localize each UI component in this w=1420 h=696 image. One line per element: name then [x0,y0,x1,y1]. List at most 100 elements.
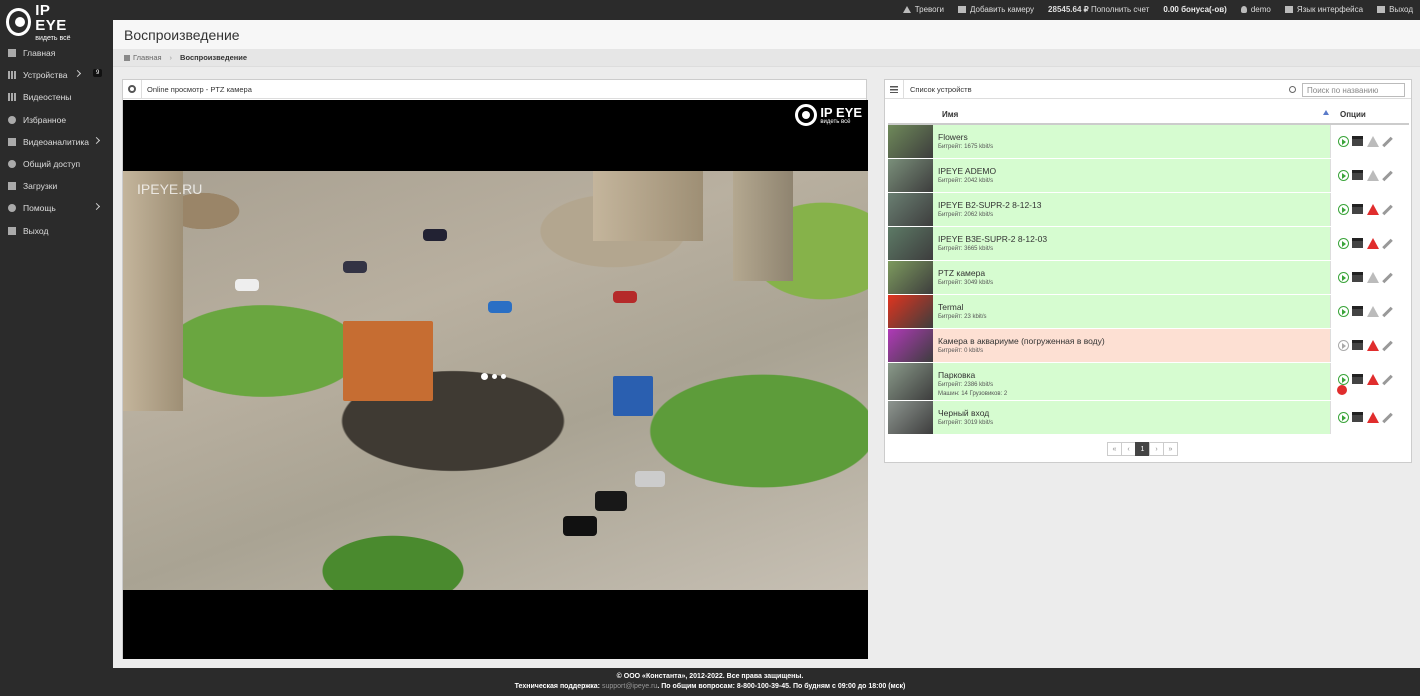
alarm-icon[interactable] [1367,340,1379,351]
brand-logo[interactable]: IP EYE видеть всё [6,3,80,42]
car [423,229,447,241]
pager-prev[interactable]: ‹ [1121,442,1136,456]
device-name[interactable]: IPEYE B2-SUPR-2 8-12-13 [938,200,1041,210]
device-bitrate: Битрейт: 3049 kbit/s [938,280,994,286]
play-icon[interactable] [1338,306,1349,317]
device-name[interactable]: IPEYE B3E-SUPR-2 8-12-03 [938,234,1047,244]
support-email-link[interactable]: support@ipeye.ru [602,683,657,690]
table-row[interactable]: Termal Битрейт: 23 kbit/s [888,295,1409,329]
edit-icon[interactable] [1382,340,1393,352]
device-name[interactable]: IPEYE ADEMO [938,166,996,176]
device-name[interactable]: Termal [938,302,964,312]
device-options [1330,295,1409,328]
pager-next[interactable]: › [1149,442,1164,456]
device-thumbnail[interactable] [888,159,933,192]
alarm-icon[interactable] [1367,238,1379,249]
edit-icon[interactable] [1382,306,1393,318]
alarm-icon[interactable] [1367,374,1379,385]
alarm-icon[interactable] [1367,136,1379,147]
archive-icon[interactable] [1352,170,1363,180]
edit-icon[interactable] [1382,136,1393,148]
archive-icon[interactable] [1352,136,1363,146]
device-thumbnail[interactable] [888,261,933,294]
sidebar-item-devices[interactable]: Устройства 9 [0,64,113,86]
sidebar-item-logout[interactable]: Выход [0,220,113,242]
device-thumbnail[interactable] [888,329,933,362]
table-row[interactable]: IPEYE ADEMO Битрейт: 2042 kbit/s [888,159,1409,193]
device-thumbnail[interactable] [888,363,933,400]
play-icon[interactable] [1338,374,1349,385]
player-settings-button[interactable] [123,79,142,99]
play-icon[interactable] [1338,340,1349,351]
alarm-icon[interactable] [1367,170,1379,181]
sidebar-item-sharing[interactable]: Общий доступ [0,153,113,175]
device-name[interactable]: Парковка [938,370,975,380]
device-name[interactable]: Черный вход [938,408,989,418]
edit-icon[interactable] [1382,170,1393,182]
column-name[interactable]: Имя [942,110,958,119]
table-row[interactable]: IPEYE B3E-SUPR-2 8-12-03 Битрейт: 3665 kb… [888,227,1409,261]
edit-icon[interactable] [1382,238,1393,250]
sidebar-item-favorites[interactable]: Избранное [0,109,113,131]
pager-last[interactable]: » [1163,442,1178,456]
archive-icon[interactable] [1352,204,1363,214]
breadcrumb-home-link[interactable]: Главная [133,53,162,62]
sidebar-item-analytics[interactable]: Видеоаналитика [0,131,113,153]
play-icon[interactable] [1338,136,1349,147]
play-icon[interactable] [1338,238,1349,249]
list-view-button[interactable] [885,79,904,99]
analytics-gear-icon[interactable] [1337,385,1347,395]
edit-icon[interactable] [1382,272,1393,284]
play-icon[interactable] [1338,170,1349,181]
device-thumbnail[interactable] [888,125,933,158]
pager-first[interactable]: « [1107,442,1122,456]
alarm-icon[interactable] [1367,204,1379,215]
edit-icon[interactable] [1382,412,1393,424]
car [635,471,665,487]
device-thumbnail[interactable] [888,193,933,226]
bonus-link[interactable]: 0.00 бонуса(-ов) [1156,0,1234,18]
archive-icon[interactable] [1352,340,1363,350]
alarms-link[interactable]: Тревоги [896,0,951,18]
archive-icon[interactable] [1352,374,1363,384]
sort-asc-icon[interactable] [1323,110,1329,115]
device-name[interactable]: Камера в аквариуме (погруженная в воду) [938,336,1105,346]
device-thumbnail[interactable] [888,295,933,328]
balance-link[interactable]: 28545.64 ₽ Пополнить счет [1041,0,1156,18]
archive-icon[interactable] [1352,272,1363,282]
table-row[interactable]: IPEYE B2-SUPR-2 8-12-13 Битрейт: 2062 kbi… [888,193,1409,227]
play-icon[interactable] [1338,204,1349,215]
language-menu[interactable]: Язык интерфейса [1278,0,1370,18]
logout-link[interactable]: Выход [1370,0,1420,18]
table-row[interactable]: Камера в аквариуме (погруженная в воду) Б… [888,329,1409,363]
user-menu[interactable]: demo [1234,0,1278,18]
table-row[interactable]: Черный вход Битрейт: 3019 kbit/s [888,401,1409,435]
device-thumbnail[interactable] [888,401,933,434]
alarm-icon[interactable] [1367,306,1379,317]
brand-name: IP EYE [35,1,67,34]
device-name[interactable]: Flowers [938,132,968,142]
table-row[interactable]: Flowers Битрейт: 1675 kbit/s [888,125,1409,159]
table-row[interactable]: PTZ камера Битрейт: 3049 kbit/s [888,261,1409,295]
play-icon[interactable] [1338,412,1349,423]
edit-icon[interactable] [1382,374,1393,386]
sidebar-item-downloads[interactable]: Загрузки [0,175,113,197]
device-name[interactable]: PTZ камера [938,268,985,278]
video-stream[interactable]: IPEYE.RU IP EYE видеть всё [123,100,868,659]
sidebar-item-home[interactable]: Главная [0,42,113,64]
archive-icon[interactable] [1352,238,1363,248]
archive-icon[interactable] [1352,412,1363,422]
alarm-icon[interactable] [1367,412,1379,423]
play-icon[interactable] [1338,272,1349,283]
pager-page-1[interactable]: 1 [1135,442,1150,456]
edit-icon[interactable] [1382,204,1393,216]
search-input[interactable] [1302,83,1405,97]
sidebar-item-help[interactable]: Помощь [0,197,113,219]
table-row[interactable]: Парковка Битрейт: 2386 kbit/s Машин: 14 Гр… [888,363,1409,401]
add-camera-link[interactable]: Добавить камеру [951,0,1041,18]
sidebar-item-videowalls[interactable]: Видеостены [0,86,113,108]
alarm-icon[interactable] [1367,272,1379,283]
archive-icon[interactable] [1352,306,1363,316]
device-thumbnail[interactable] [888,227,933,260]
playground [343,321,433,401]
